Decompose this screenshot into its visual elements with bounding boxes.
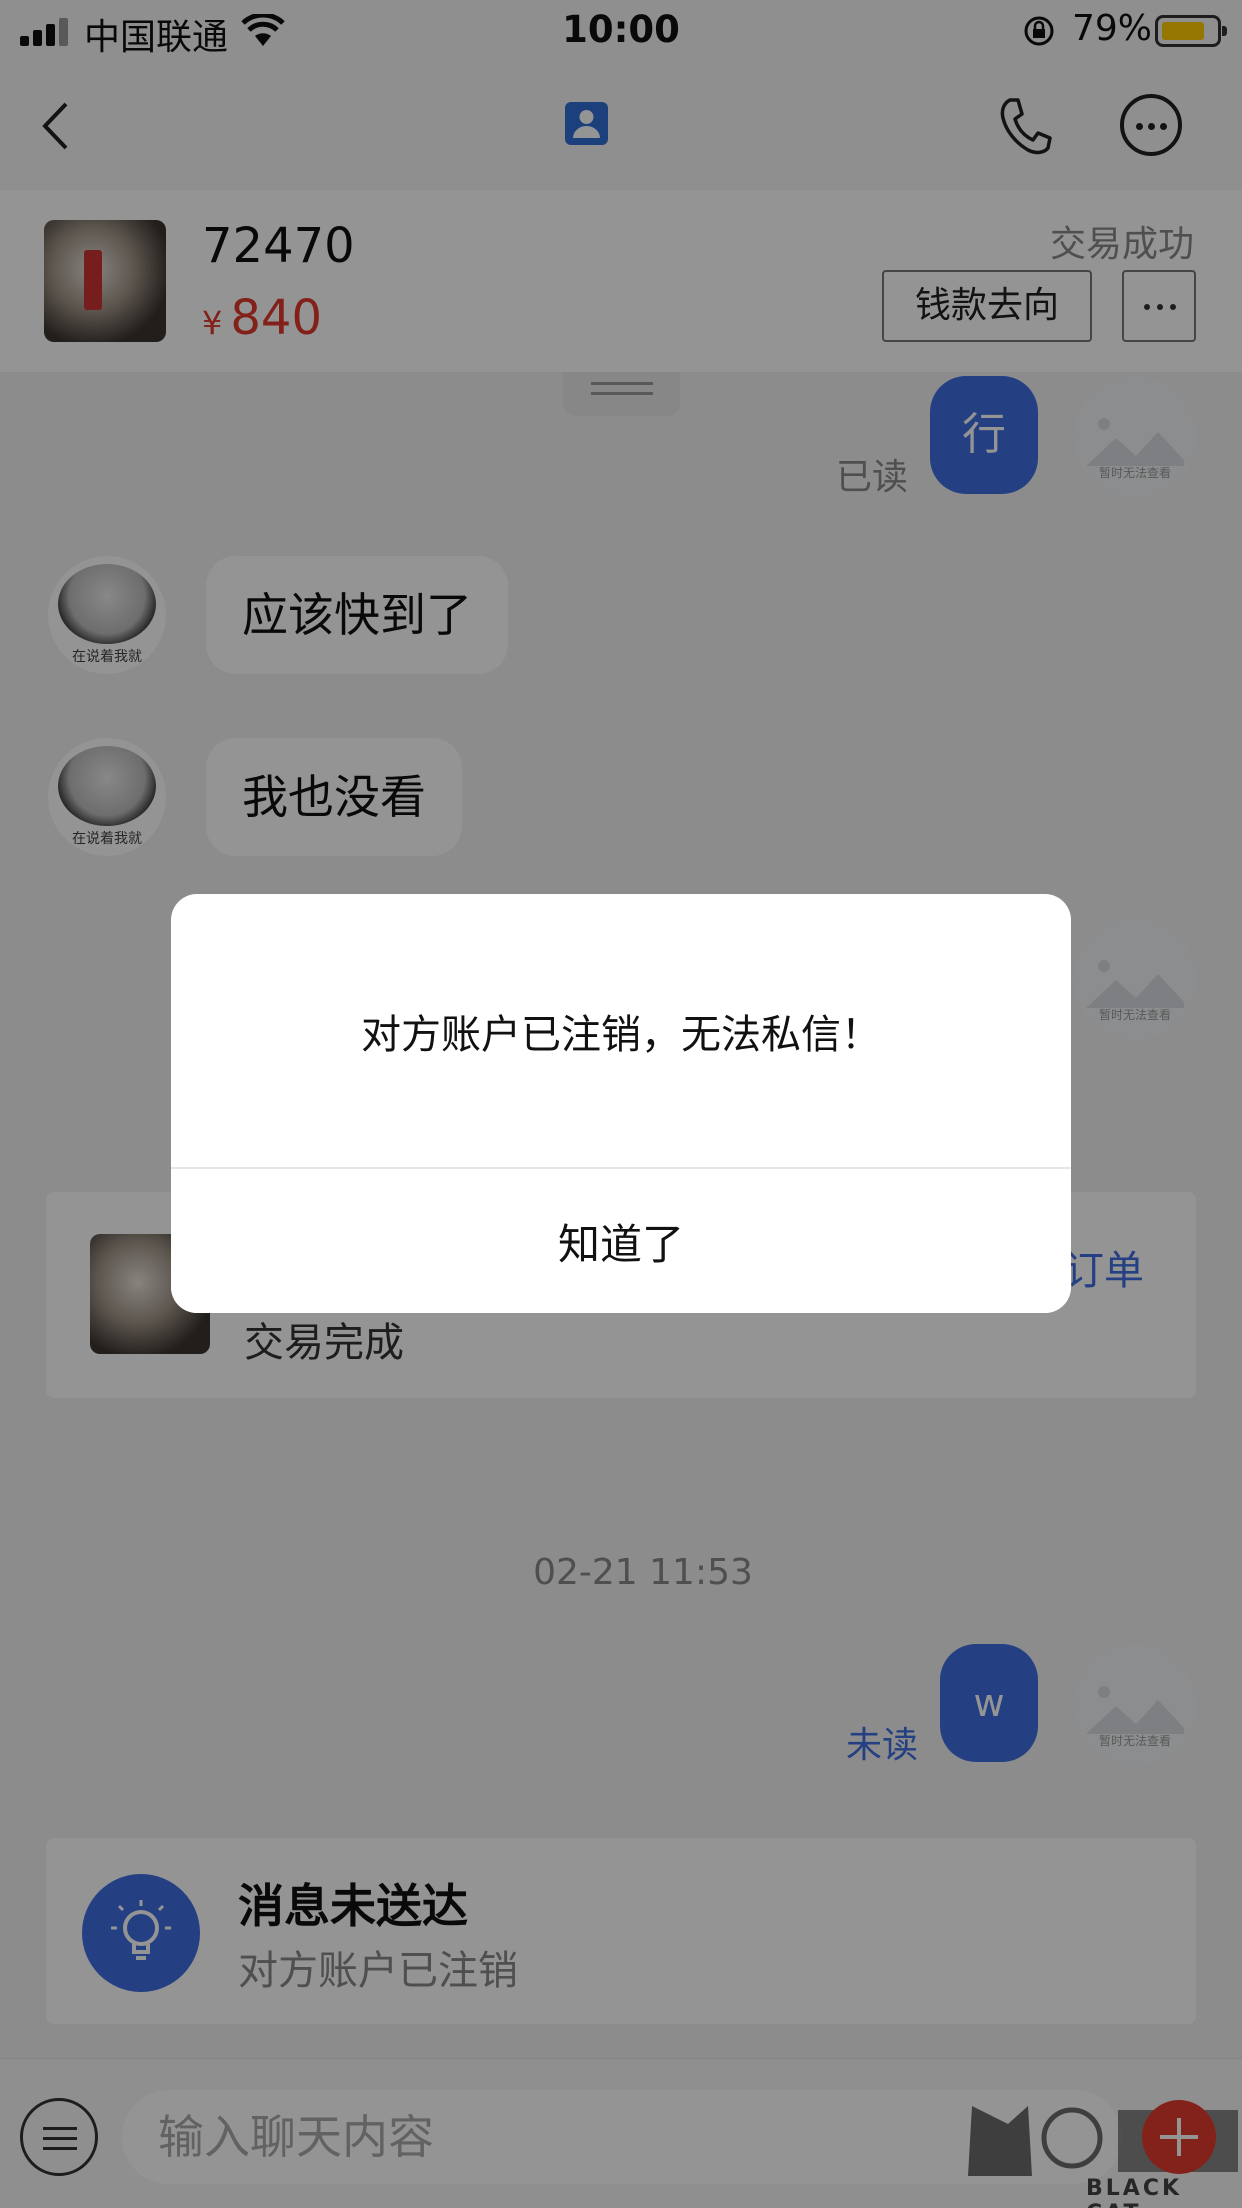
- alert-dialog: 对方账户已注销，无法私信！ 知道了: [171, 894, 1071, 1313]
- dialog-confirm-button[interactable]: 知道了: [171, 1169, 1071, 1313]
- dialog-message: 对方账户已注销，无法私信！: [361, 1011, 881, 1058]
